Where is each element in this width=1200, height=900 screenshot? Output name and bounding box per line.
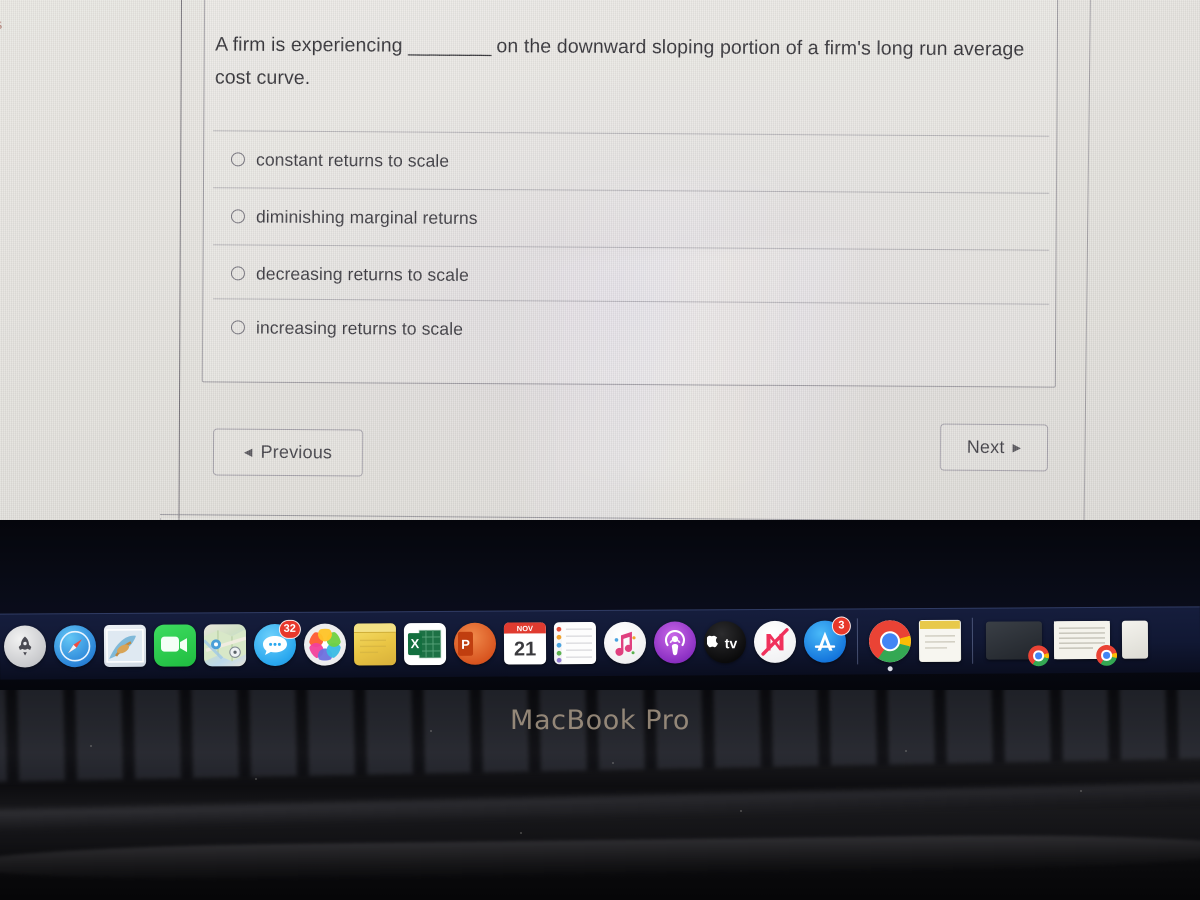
calendar-day-label: 21 (514, 638, 536, 660)
news-icon (753, 620, 797, 664)
maps-icon (203, 624, 247, 667)
messages-badge: 32 (278, 619, 301, 639)
dock-item-notes[interactable] (353, 622, 397, 666)
svg-text:P: P (461, 637, 470, 652)
mail-icon (103, 624, 147, 668)
next-button[interactable]: Next ▶ (939, 423, 1049, 472)
svg-text:X: X (411, 636, 420, 651)
dock-item-chrome[interactable] (868, 619, 912, 672)
facetime-icon (153, 624, 197, 667)
dock-item-maps[interactable] (203, 623, 247, 667)
dock-separator-2 (971, 617, 974, 664)
photos-pinwheel-art (308, 628, 342, 661)
minimized-window-3[interactable] (1121, 620, 1149, 659)
dock-item-news[interactable] (753, 620, 797, 664)
chrome-icon (1028, 645, 1050, 667)
photograph-of-laptop: s A firm is experiencing ________ on the… (0, 0, 1200, 900)
dock-item-excel[interactable]: X (403, 622, 447, 666)
keyboard-reflection (0, 690, 1200, 783)
chevron-left-icon: ◀ (243, 446, 253, 459)
dock-item-apple-tv[interactable]: tv (703, 620, 747, 664)
chrome-logo-art (868, 620, 912, 663)
cut-off-edge-text: s (0, 16, 2, 34)
apple-tv-icon: tv (703, 621, 747, 664)
chrome-icon (1096, 644, 1118, 666)
dock-item-photos[interactable] (303, 623, 347, 667)
next-button-label: Next (966, 436, 1005, 458)
chevron-right-icon: ▶ (1012, 442, 1022, 455)
dock-item-messages[interactable]: 32 (253, 619, 301, 667)
dock-item-itunes[interactable] (603, 621, 647, 665)
powerpoint-icon: P (453, 622, 497, 665)
answer-option-label: diminishing marginal returns (255, 206, 478, 228)
previous-button[interactable]: ◀ Previous (212, 428, 364, 477)
minimized-window-2[interactable] (1053, 620, 1118, 666)
notes-icon (353, 623, 397, 666)
content-right-border (1083, 0, 1091, 527)
laptop-screen: s A firm is experiencing ________ on the… (0, 0, 1200, 527)
chrome-running-indicator (887, 666, 893, 672)
radio-button-icon[interactable] (230, 320, 246, 335)
base-front-lip (0, 832, 1200, 882)
answer-option-increasing-returns-to-scale[interactable]: increasing returns to scale (212, 298, 1050, 361)
podcasts-icon (653, 621, 697, 664)
chrome-logo-art (1028, 645, 1050, 667)
answer-option-decreasing-returns-to-scale[interactable]: decreasing returns to scale (212, 244, 1050, 307)
app-store-badge: 3 (831, 616, 851, 636)
answer-option-label: constant returns to scale (255, 149, 450, 171)
safari-icon (53, 625, 97, 668)
dock-item-powerpoint[interactable]: P (453, 622, 497, 666)
dock-item-pages[interactable] (918, 619, 962, 663)
pages-icon (918, 619, 962, 663)
dock-item-launchpad[interactable] (3, 624, 47, 668)
dock-item-facetime[interactable] (153, 623, 197, 667)
dock-item-mail[interactable] (103, 624, 147, 668)
question-stem-part1: A firm is experiencing (215, 33, 403, 57)
radio-button-icon[interactable] (230, 266, 246, 281)
chrome-icon (868, 620, 912, 663)
itunes-icon (603, 621, 647, 664)
dock-separator-1 (856, 618, 859, 665)
radio-button-icon[interactable] (230, 152, 246, 167)
previous-button-label: Previous (260, 441, 333, 463)
dock-item-safari[interactable] (53, 624, 97, 668)
dock-item-app-store[interactable]: 3 (803, 616, 851, 663)
excel-icon: X (403, 622, 447, 666)
apple-tv-label: tv (725, 635, 738, 651)
macbook-pro-label: MacBook Pro (510, 705, 690, 736)
answer-option-label: decreasing returns to scale (255, 263, 469, 285)
dock-item-podcasts[interactable] (653, 620, 697, 664)
content-left-border (178, 0, 182, 527)
question-blank: ________ (408, 34, 492, 58)
launchpad-icon (3, 625, 47, 668)
screen-bezel: 32 X P NOV 21 tv 3 (0, 520, 1200, 710)
chrome-logo-art (1096, 644, 1118, 666)
dock-item-contacts[interactable] (553, 621, 597, 665)
answer-option-diminishing-marginal-returns[interactable]: diminishing marginal returns (212, 187, 1050, 250)
question-text: A firm is experiencing ________ on the d… (215, 28, 1035, 99)
photos-icon (303, 623, 347, 666)
answer-option-constant-returns-to-scale[interactable]: constant returns to scale (212, 130, 1050, 193)
macos-dock[interactable]: 32 X P NOV 21 tv 3 (0, 606, 1200, 680)
contacts-icon (553, 622, 597, 665)
calendar-icon: NOV 21 (503, 622, 547, 665)
hinge-highlight (0, 781, 1200, 833)
dock-item-calendar[interactable]: NOV 21 (503, 621, 547, 665)
answer-option-label: increasing returns to scale (255, 317, 464, 339)
calendar-month-label: NOV (517, 624, 533, 633)
minimized-window-1[interactable] (985, 621, 1050, 667)
radio-button-icon[interactable] (230, 209, 246, 224)
